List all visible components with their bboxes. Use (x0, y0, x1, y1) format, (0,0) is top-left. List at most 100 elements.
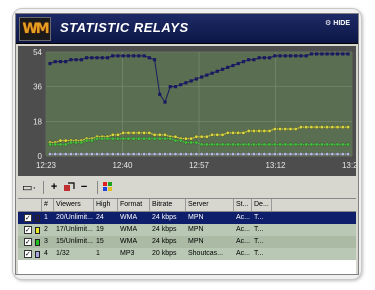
data-point (210, 71, 214, 75)
row-select: ✓ (18, 212, 42, 224)
header-format[interactable]: Format (118, 199, 150, 211)
data-point (257, 142, 262, 147)
data-point (142, 136, 147, 141)
row-checkbox[interactable]: ✓ (24, 214, 32, 222)
data-point (69, 152, 73, 156)
data-point (293, 127, 298, 131)
data-point (184, 152, 188, 156)
cell-bitrate: 24 kbps (152, 226, 177, 233)
gear-icon: ⚙ (324, 20, 332, 27)
header-status[interactable]: St... (234, 199, 252, 211)
data-point (179, 83, 183, 87)
header-bitrate[interactable]: Bitrate (150, 199, 186, 211)
series-color-swatch (34, 214, 40, 222)
data-point (226, 65, 230, 70)
cell-desc: T... (254, 238, 264, 245)
table-body: ✓ 1 20/Unlimit... 24 WMA 24 kbps MPN Ac... T... ✓… (18, 212, 356, 260)
data-point (204, 142, 209, 147)
data-point (163, 132, 167, 137)
data-point (246, 152, 251, 156)
cell-num: 3 (44, 238, 48, 245)
data-point (69, 140, 73, 145)
toolbar-divider (43, 180, 45, 194)
data-point (204, 152, 209, 156)
remove-relay-button[interactable]: − (78, 180, 90, 194)
toolbar: ▭· + − (18, 178, 356, 196)
row-checkbox[interactable]: ✓ (24, 250, 32, 258)
data-point (84, 138, 89, 143)
data-point (220, 132, 225, 137)
data-point (178, 152, 183, 156)
data-point (147, 152, 152, 156)
data-point (136, 130, 141, 135)
add-relay-button[interactable]: + (48, 180, 60, 194)
data-point (267, 56, 272, 60)
row-checkbox[interactable]: ✓ (24, 226, 32, 234)
relay-settings-icon (64, 182, 75, 191)
data-point (288, 152, 293, 156)
cell-viewers: 20/Unlimit... (56, 214, 93, 221)
data-point (241, 130, 246, 135)
data-point (262, 152, 267, 156)
data-point (257, 129, 262, 133)
cell-server: MPN (188, 226, 204, 233)
color-settings-button[interactable] (102, 180, 114, 194)
data-point (272, 152, 277, 156)
plus-icon: + (50, 181, 58, 193)
data-point (346, 142, 350, 147)
data-point (189, 79, 193, 83)
data-point (142, 152, 147, 156)
data-point (152, 58, 157, 62)
data-point (267, 129, 272, 133)
data-point (137, 54, 141, 58)
data-point (157, 136, 162, 141)
data-point (84, 152, 89, 156)
cell-desc: T... (254, 226, 264, 233)
data-point (152, 132, 157, 137)
data-point (100, 56, 104, 60)
data-point (315, 52, 319, 56)
table-row[interactable]: ✓ 3 15/Unlimit... 15 WMA 24 kbps MPN Ac... T... (18, 236, 356, 248)
data-point (58, 152, 63, 156)
header-num[interactable]: # (42, 199, 54, 211)
header-viewers[interactable]: Viewers (54, 199, 94, 211)
data-point (341, 52, 345, 56)
data-point (241, 152, 246, 156)
data-point (346, 52, 350, 56)
cell-viewers: 15/Unlimit... (56, 238, 93, 245)
table-row[interactable]: ✓ 1 20/Unlimit... 24 WMA 24 kbps MPN Ac... T... (18, 212, 356, 224)
series-color-swatch (34, 250, 40, 258)
data-point (278, 54, 282, 58)
title-bar: WM STATISTIC RELAYS ⚙ HIDE (16, 14, 358, 44)
data-point (330, 142, 335, 147)
data-point (335, 142, 340, 147)
data-point (189, 140, 194, 145)
data-point (157, 152, 162, 156)
data-point (267, 142, 272, 147)
data-point (215, 152, 220, 156)
data-point (283, 127, 288, 131)
header-high[interactable]: High (94, 199, 118, 211)
cell-high: 1 (96, 250, 100, 257)
cell-format: WMA (120, 238, 138, 245)
data-point (199, 134, 204, 139)
data-point (48, 152, 52, 156)
header-server[interactable]: Server (186, 199, 234, 211)
table-row[interactable]: ✓ 4 1/32 1 MP3 20 kbps Shoutcas... Ac... T... (18, 248, 356, 260)
row-checkbox[interactable]: ✓ (24, 238, 32, 246)
hide-button[interactable]: ⚙ HIDE (325, 19, 350, 27)
header-desc[interactable]: De... (252, 199, 272, 211)
monitor-button[interactable]: ▭· (22, 180, 36, 194)
relay-settings-button[interactable] (63, 180, 75, 194)
data-point (184, 81, 188, 85)
data-point (163, 100, 167, 104)
table-row[interactable]: ✓ 2 17/Unlimit... 19 WMA 24 kbps MPN Ac... T... (18, 224, 356, 236)
data-point (63, 142, 68, 147)
data-point (121, 54, 125, 58)
data-point (168, 136, 173, 141)
data-point (53, 60, 57, 64)
data-point (95, 56, 99, 60)
data-point (262, 129, 267, 133)
y-tick-label: 18 (33, 117, 42, 126)
data-point (309, 52, 314, 56)
